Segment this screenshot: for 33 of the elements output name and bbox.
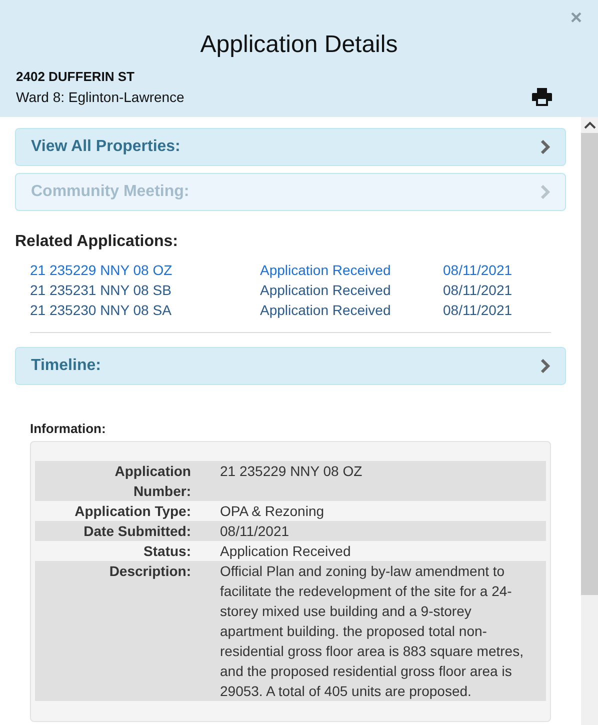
scrollbar[interactable] — [581, 117, 598, 725]
application-link[interactable]: 21 235231 NNY 08 SB — [30, 280, 172, 300]
field-value: OPA & Rezoning — [220, 502, 326, 521]
application-link[interactable]: 21 235229 NNY 08 OZ — [30, 260, 172, 280]
field-value: Official Plan and zoning by-law amendment to facilitate the redevelopment of the site for a 24-storey mixed use building and a 9-storey apartment building. the proposed total non-residential gross floor area is 883 square metres, and the proposed residential gross floor area is 29053. A total of 405 units are proposed. — [220, 562, 524, 701]
chevron-icon — [540, 140, 550, 154]
accordion-header[interactable]: View All Properties: — [15, 128, 566, 166]
field-value: 08/11/2021 — [220, 522, 290, 541]
field-label: Date Submitted: — [82, 522, 191, 541]
chevron-icon — [540, 185, 550, 199]
field-label: Description: — [108, 562, 191, 581]
field-label: Application Type: — [74, 502, 191, 521]
section-title: Information: — [30, 421, 107, 436]
print-icon[interactable] — [532, 88, 552, 106]
date-link[interactable]: 08/11/2021 — [443, 280, 512, 300]
section-title: Related Applications: — [15, 233, 179, 251]
field-label: Status: — [142, 542, 191, 561]
field-value: 21 235229 NNY 08 OZ — [220, 462, 364, 481]
field-value: Application Received — [220, 542, 352, 561]
date-link[interactable]: 08/11/2021 — [443, 300, 512, 320]
window-title: Application Details — [200, 30, 398, 59]
application-link[interactable]: 21 235230 NNY 08 SA — [30, 300, 172, 320]
status-link[interactable]: Application Received — [260, 260, 391, 280]
scroll-up-icon[interactable] — [584, 120, 596, 130]
scrollbar-thumb[interactable] — [581, 133, 598, 595]
field-label: Application Number: — [114, 462, 191, 501]
date-link[interactable]: 08/11/2021 — [443, 260, 512, 280]
accordion-header[interactable]: Timeline: — [15, 347, 566, 385]
ward-label: Ward 8: Eglinton-Lawrence — [16, 89, 184, 105]
chevron-icon — [540, 359, 550, 373]
status-link[interactable]: Application Received — [260, 280, 391, 300]
status-link[interactable]: Application Received — [260, 300, 391, 320]
address: 2402 DUFFERIN ST — [16, 69, 136, 85]
